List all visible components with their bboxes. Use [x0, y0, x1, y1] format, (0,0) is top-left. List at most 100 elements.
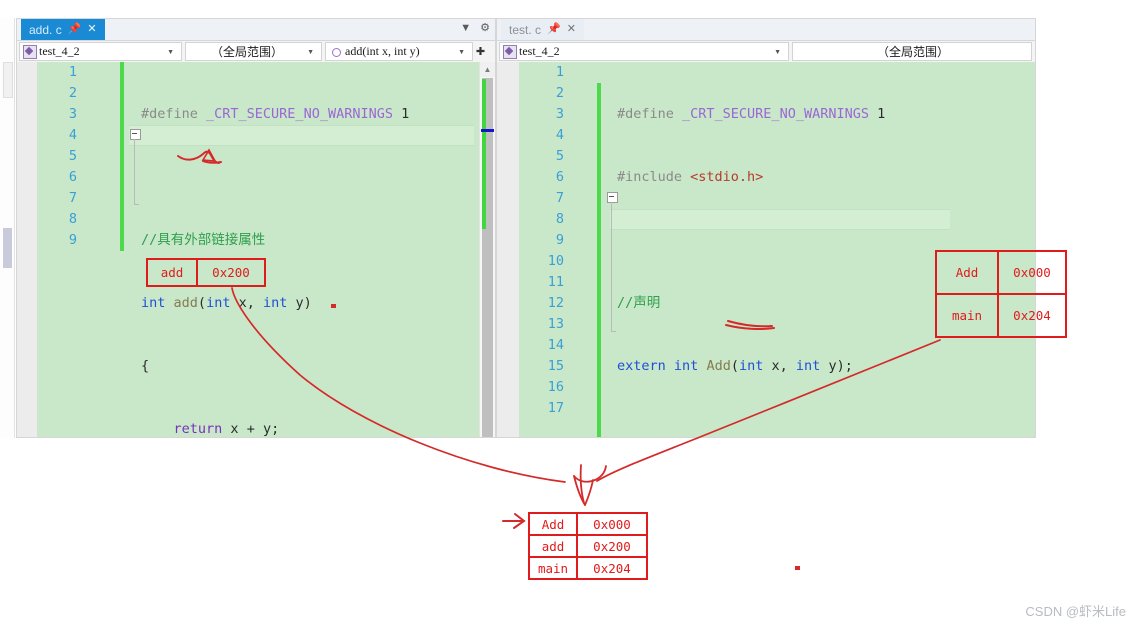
line-number: 4	[68, 127, 77, 143]
line-number: 6	[68, 169, 77, 185]
line-number: 8	[68, 211, 77, 227]
address-cell: 0x204	[997, 295, 1065, 336]
address-cell: 0x000	[576, 514, 646, 534]
line-number: 14	[547, 337, 564, 353]
tabstrip-left-icons: ▼ ⚙	[460, 21, 490, 35]
handdrawn-arrowhead-down	[573, 464, 607, 506]
collapse-toggle-left[interactable]	[130, 129, 141, 140]
scroll-up-arrow-icon[interactable]: ▲	[480, 62, 495, 77]
editor-gutter-right[interactable]	[497, 62, 519, 437]
change-bar-right	[597, 83, 601, 437]
code-line: //具有外部链接属性	[141, 232, 266, 248]
chevron-down-icon[interactable]: ▼	[163, 48, 178, 56]
project-icon	[503, 44, 517, 59]
collapse-guide-end-right	[611, 331, 616, 332]
collapse-guide-left	[134, 139, 135, 205]
member-icon	[329, 45, 343, 59]
pin-icon[interactable]: 📌	[68, 24, 82, 35]
line-numbers-right: 1 2 3 4 5 6 7 8 9 10 11 12 13 14 15 16 1…	[519, 62, 564, 419]
chevron-down-icon[interactable]: ▼	[460, 22, 471, 34]
red-dot	[795, 566, 800, 570]
code-line: extern int Add(int x, int y);	[617, 358, 853, 374]
table-row: main 0x204	[937, 293, 1065, 336]
table-row: add 0x200	[530, 534, 646, 556]
code-line: //声明	[617, 295, 661, 311]
close-icon[interactable]: ✕	[567, 24, 576, 35]
line-number: 15	[547, 358, 564, 374]
tab-test-c[interactable]: test. c 📌 ✕	[501, 19, 584, 40]
handdrawn-arrow-right	[502, 513, 526, 529]
screen-root: add. c 📌 ✕ ▼ ⚙ test_4_2 ▼ （全局范围） ▼ add(i…	[0, 0, 1136, 626]
table-row: Add 0x000	[937, 252, 1065, 293]
code-text-right[interactable]: #define _CRT_SECURE_NO_WARNINGS 1 #inclu…	[617, 62, 885, 437]
project-combo-right-label: test_4_2	[519, 44, 560, 58]
symbol-table-test-c: Add 0x000 main 0x204	[935, 250, 1067, 338]
chevron-down-icon[interactable]: ▼	[454, 48, 469, 56]
project-combo-left[interactable]: test_4_2 ▼	[19, 42, 182, 61]
gear-icon[interactable]: ⚙	[480, 21, 490, 34]
collapse-guide-right	[611, 202, 612, 332]
code-editor-add-c[interactable]: 1 2 3 4 5 6 7 8 9 #define _CRT_SECURE_NO…	[17, 62, 495, 437]
project-icon	[23, 44, 37, 59]
scope-combo-right[interactable]: （全局范围）	[792, 42, 1032, 61]
scope-combo-left-label: （全局范围）	[211, 45, 284, 59]
symbol-cell: Add	[955, 265, 979, 280]
line-number: 8	[555, 211, 564, 227]
code-line: #define _CRT_SECURE_NO_WARNINGS 1	[141, 106, 410, 122]
dock-handle-lower[interactable]	[3, 228, 12, 268]
symbol-cell: Add	[541, 516, 565, 532]
table-row: Add 0x000	[530, 514, 646, 534]
line-number: 11	[547, 274, 564, 290]
editor-pane-add-c: add. c 📌 ✕ ▼ ⚙ test_4_2 ▼ （全局范围） ▼ add(i…	[16, 18, 496, 438]
editor-pane-test-c: test. c 📌 ✕ test_4_2 ▼ （全局范围） 1 2 3 4 5	[496, 18, 1036, 438]
code-line: {	[141, 358, 150, 374]
scrollbar-change-marker	[482, 79, 486, 229]
line-number: 9	[68, 232, 77, 248]
navigation-bar-left: test_4_2 ▼ （全局范围） ▼ add(int x, int y) ▼ …	[17, 41, 495, 63]
code-line: #define _CRT_SECURE_NO_WARNINGS 1	[617, 106, 886, 122]
line-number: 9	[555, 232, 564, 248]
project-combo-right[interactable]: test_4_2 ▼	[499, 42, 789, 61]
line-number: 3	[68, 106, 77, 122]
address-cell: 0x204	[576, 558, 646, 578]
line-number: 13	[547, 316, 564, 332]
project-combo-left-label: test_4_2	[39, 44, 80, 58]
close-icon[interactable]: ✕	[87, 24, 96, 35]
scope-combo-right-label: （全局范围）	[876, 45, 949, 59]
tabstrip-left: add. c 📌 ✕ ▼ ⚙	[17, 19, 495, 41]
split-grip-icon[interactable]: ✚	[474, 41, 487, 62]
tab-add-c[interactable]: add. c 📌 ✕	[21, 19, 105, 40]
code-line: #include <stdio.h>	[617, 169, 764, 185]
symbol-table-add-c: add 0x200	[146, 258, 266, 287]
line-number: 4	[555, 127, 564, 143]
line-number: 7	[555, 190, 564, 206]
chevron-down-icon[interactable]: ▼	[770, 48, 785, 56]
line-number: 3	[555, 106, 564, 122]
collapse-guide-end-left	[134, 204, 139, 205]
dock-handle-upper[interactable]	[3, 62, 13, 98]
line-number: 12	[547, 295, 564, 311]
scope-combo-left[interactable]: （全局范围） ▼	[185, 42, 322, 61]
tab-title: add. c	[29, 22, 62, 37]
navigation-bar-right: test_4_2 ▼ （全局范围）	[497, 41, 1035, 63]
pin-icon[interactable]: 📌	[547, 24, 561, 35]
code-text-left[interactable]: #define _CRT_SECURE_NO_WARNINGS 1 //具有外部…	[141, 62, 409, 437]
member-combo-left[interactable]: add(int x, int y) ▼	[325, 42, 473, 61]
code-line: return x + y;	[141, 421, 280, 437]
address-cell: 0x000	[997, 252, 1065, 293]
address-cell: 0x200	[576, 536, 646, 556]
line-number: 17	[547, 400, 564, 416]
chevron-down-icon[interactable]: ▼	[303, 48, 318, 56]
symbol-cell: main	[537, 560, 569, 576]
vertical-scrollbar-left[interactable]: ▲	[479, 62, 495, 437]
line-number: 1	[555, 64, 564, 80]
dock-strip	[0, 18, 15, 438]
symbol-table-merged: Add 0x000 add 0x200 main 0x204	[528, 512, 648, 580]
editor-gutter-left[interactable]	[17, 62, 37, 437]
address-cell: 0x200	[196, 260, 264, 285]
watermark: CSDN @虾米Life	[1025, 604, 1126, 619]
tab-title: test. c	[509, 22, 542, 37]
